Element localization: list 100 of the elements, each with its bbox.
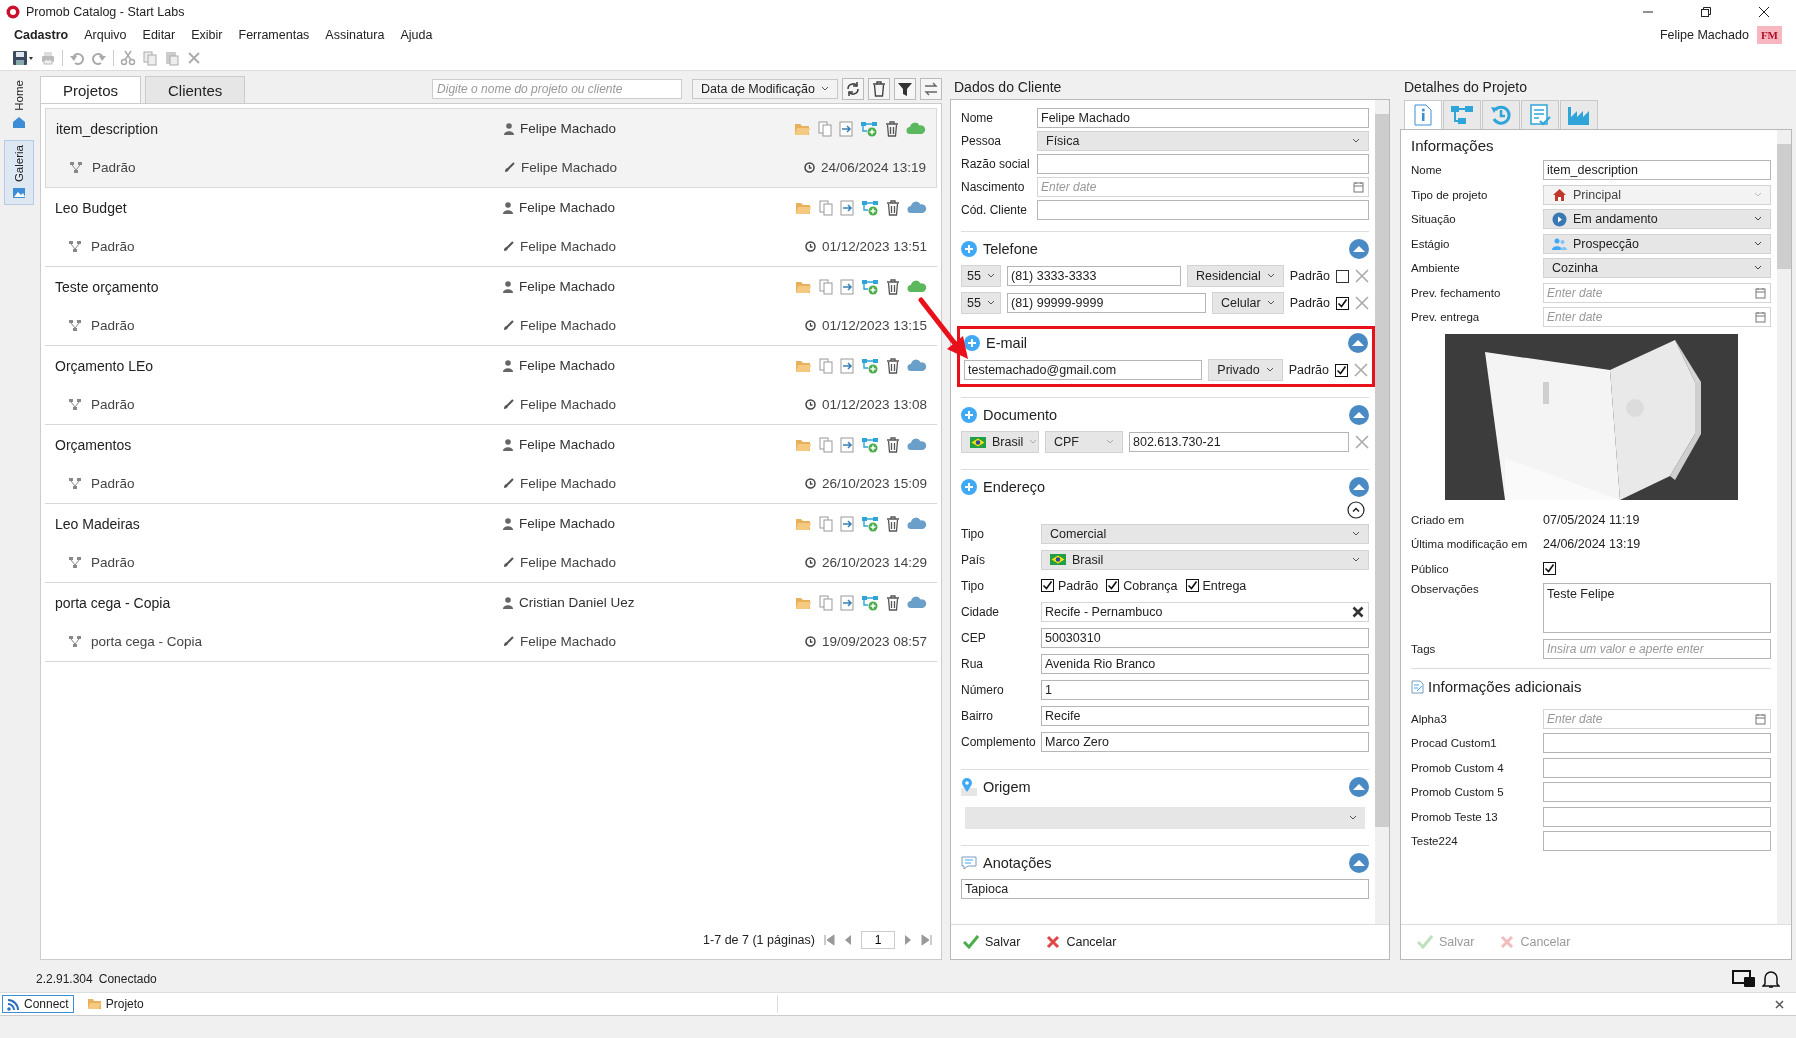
copy-icon[interactable]: [818, 120, 832, 137]
page-field[interactable]: 1: [861, 931, 895, 949]
copy-icon[interactable]: [819, 594, 833, 611]
checklist-tab[interactable]: [1521, 100, 1559, 129]
export-icon[interactable]: [840, 594, 854, 611]
text-field[interactable]: Marco Zero: [1041, 731, 1369, 752]
date-field[interactable]: Enter date: [1543, 708, 1771, 729]
remove-icon[interactable]: [1354, 363, 1368, 377]
side-tab[interactable]: Galeria: [4, 139, 34, 205]
checkbox[interactable]: [1336, 269, 1349, 283]
filter-button[interactable]: [894, 78, 916, 100]
date-field[interactable]: Enter date: [1543, 282, 1771, 303]
delete-icon[interactable]: [186, 50, 202, 66]
collapse-icon[interactable]: [1349, 853, 1369, 873]
copy-icon[interactable]: [819, 199, 833, 216]
dropdown[interactable]: Cozinha: [1543, 258, 1771, 279]
checkbox[interactable]: [1336, 296, 1349, 310]
tags-field[interactable]: Insira um valor e aperte enter: [1543, 639, 1771, 660]
cut-icon[interactable]: [120, 50, 136, 66]
phone-field[interactable]: (81) 3333-3333: [1007, 266, 1182, 286]
dropdown[interactable]: Em andamento: [1543, 209, 1771, 230]
text-field[interactable]: 1: [1041, 679, 1369, 700]
first-page-icon[interactable]: [823, 934, 835, 946]
copy-icon[interactable]: [819, 357, 833, 374]
branch-add-icon[interactable]: [861, 357, 879, 374]
redo-icon[interactable]: [91, 50, 107, 66]
folder-icon[interactable]: [795, 516, 812, 531]
collapse-icon[interactable]: [1349, 239, 1369, 259]
folder-icon[interactable]: [795, 358, 812, 373]
search-field[interactable]: Digite o nome do projeto ou cliente: [432, 79, 683, 99]
bell-icon[interactable]: [1762, 969, 1780, 989]
collapse-up-icon[interactable]: [1347, 501, 1365, 519]
copy-icon[interactable]: [819, 515, 833, 532]
dropdown[interactable]: Prospecção: [1543, 233, 1771, 254]
text-field[interactable]: Felipe Machado: [1037, 107, 1369, 128]
cloud-icon[interactable]: [907, 280, 927, 293]
collapse-icon[interactable]: [1349, 405, 1369, 425]
branch-add-icon[interactable]: [861, 594, 879, 611]
branch-add-icon[interactable]: [861, 199, 879, 216]
restore-icon[interactable]: [1700, 6, 1712, 18]
scrollbar[interactable]: [1375, 100, 1389, 924]
project-row[interactable]: Orçamento LEo Felipe Machado Padrão Felipe Machado 01/12/2023 13:08: [45, 346, 937, 425]
text-field[interactable]: [1543, 831, 1771, 852]
text-field[interactable]: item_description: [1543, 160, 1771, 181]
project-row[interactable]: Teste orçamento Felipe Machado Padrão Felipe Machado 01/12/2023 13:15: [45, 267, 937, 346]
info-tab[interactable]: [1404, 100, 1442, 129]
country-code-dropdown[interactable]: 55: [961, 265, 1001, 287]
branch-add-icon[interactable]: [860, 120, 878, 137]
menu-item[interactable]: Exibir: [191, 28, 223, 42]
email-type-dropdown[interactable]: Privado: [1208, 359, 1283, 381]
close-icon[interactable]: [1758, 6, 1770, 18]
close-icon[interactable]: [1775, 999, 1784, 1009]
cloud-icon[interactable]: [907, 201, 927, 214]
chart-tab[interactable]: [1560, 100, 1598, 129]
folder-icon[interactable]: [795, 437, 812, 452]
phone-type-dropdown[interactable]: Celular: [1212, 292, 1284, 314]
copy-icon[interactable]: [142, 50, 158, 66]
dropdown[interactable]: Comercial: [1041, 523, 1369, 544]
project-row[interactable]: Orçamentos Felipe Machado Padrão Felipe Machado 26/10/2023 15:09: [45, 425, 937, 504]
export-icon[interactable]: [840, 436, 854, 453]
project-row[interactable]: porta cega - Copia Cristian Daniel Uez porta cega - Copia Felipe Machado 19/09/2023 08:57: [45, 583, 937, 662]
checkbox[interactable]: [1335, 363, 1348, 377]
project-row[interactable]: Leo Budget Felipe Machado Padrão Felipe Machado 01/12/2023 13:51: [45, 188, 937, 267]
cloud-icon[interactable]: [907, 359, 927, 372]
branch-add-icon[interactable]: [861, 436, 879, 453]
clear-icon[interactable]: [1352, 605, 1364, 618]
copy-icon[interactable]: [819, 278, 833, 295]
folder-icon[interactable]: [795, 279, 812, 294]
side-tab[interactable]: Home: [4, 75, 34, 134]
add-icon[interactable]: [961, 479, 977, 495]
calendar-icon[interactable]: [1755, 712, 1766, 725]
save-button[interactable]: Salvar: [963, 935, 1021, 949]
text-field[interactable]: [1037, 153, 1369, 174]
text-field[interactable]: 50030310: [1041, 627, 1369, 648]
menu-item[interactable]: Ajuda: [400, 28, 433, 42]
cloud-icon[interactable]: [906, 122, 926, 135]
export-icon[interactable]: [840, 357, 854, 374]
phone-field[interactable]: (81) 99999-9999: [1007, 293, 1207, 313]
add-icon[interactable]: [961, 407, 977, 423]
previous-page-icon[interactable]: [843, 934, 853, 946]
history-tab[interactable]: [1482, 100, 1520, 129]
menu-item[interactable]: Arquivo: [84, 28, 127, 42]
export-icon[interactable]: [840, 515, 854, 532]
date-field[interactable]: Enter date: [1543, 307, 1771, 328]
next-page-icon[interactable]: [903, 934, 913, 946]
observations-field[interactable]: Teste Felipe: [1543, 583, 1771, 633]
trash-icon[interactable]: [886, 436, 900, 453]
date-field[interactable]: Enter date: [1037, 176, 1369, 197]
sort-dropdown[interactable]: Data de Modificação: [692, 79, 838, 99]
text-field[interactable]: [1543, 782, 1771, 803]
delete-button[interactable]: [868, 78, 890, 100]
project-row[interactable]: item_description Felipe Machado Padrão Felipe Machado 24/06/2024 13:19: [45, 108, 937, 188]
checkbox[interactable]: [1543, 562, 1556, 576]
calendar-icon[interactable]: [1755, 311, 1766, 324]
trash-icon[interactable]: [886, 278, 900, 295]
collapse-icon[interactable]: [1348, 333, 1368, 353]
printer-icon[interactable]: [40, 50, 56, 66]
calendar-icon[interactable]: [1353, 180, 1364, 193]
folder-icon[interactable]: [794, 121, 811, 136]
trash-icon[interactable]: [886, 357, 900, 374]
